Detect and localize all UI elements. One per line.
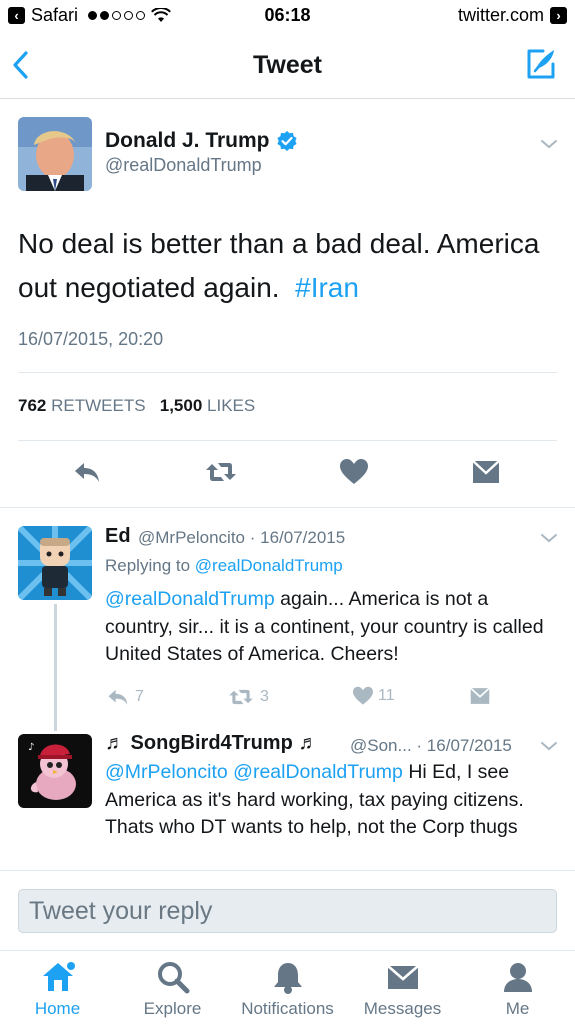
likes-count: 1,500	[159, 396, 203, 415]
tweet-text: No deal is better than a bad deal. Ameri…	[18, 222, 563, 310]
retweet-icon	[229, 689, 253, 705]
tab-explore[interactable]: Explore	[115, 959, 230, 1019]
svg-text:♪: ♪	[28, 742, 34, 753]
author-handle[interactable]: @realDonaldTrump	[105, 155, 262, 176]
retweets-count: 762	[18, 396, 47, 415]
author-name[interactable]: Donald J. Trump	[105, 129, 298, 153]
bottom-tab-bar: Home Explore Notifications Messages Me	[0, 950, 575, 1024]
divider	[0, 507, 575, 508]
like-action[interactable]: 11	[352, 686, 395, 706]
reply-action[interactable]: 7	[105, 686, 144, 708]
bell-icon	[273, 963, 302, 994]
reply-date: · 16/07/2015	[249, 528, 346, 547]
hashtag-link[interactable]: #Iran	[295, 272, 359, 303]
site-url[interactable]: twitter.com	[458, 5, 544, 26]
like-heart-icon[interactable]	[339, 458, 369, 486]
status-bar: ‹ Safari 06:18 twitter.com ›	[0, 0, 575, 32]
reply-avatar[interactable]	[18, 526, 92, 600]
direct-message-icon[interactable]	[471, 458, 501, 486]
reply-meta: @MrPeloncito · 16/07/2015	[138, 528, 345, 548]
reply-author-handle[interactable]: @MrPeloncito	[138, 528, 245, 547]
home-icon	[42, 962, 75, 991]
author-avatar[interactable]	[18, 117, 92, 191]
tweet-timestamp: 16/07/2015, 20:20	[18, 329, 164, 349]
mention-link[interactable]: @MrPeloncito @realDonaldTrump	[105, 761, 403, 783]
mention-link[interactable]: @realDonaldTrump	[105, 588, 275, 610]
likes-stat[interactable]: 1,500 LIKES	[160, 396, 255, 415]
search-icon	[157, 962, 189, 994]
verified-badge-icon	[276, 131, 297, 151]
reply-author-handle[interactable]: @Son...	[350, 736, 412, 755]
reply-icon	[108, 689, 128, 705]
tweet-body: No deal is better than a bad deal. Ameri…	[18, 228, 540, 303]
divider	[0, 870, 575, 871]
retweets-stat[interactable]: 762 RETWEETS	[18, 396, 146, 415]
tab-label: Explore	[143, 999, 202, 1018]
navigation-bar: Tweet	[0, 32, 575, 99]
tweet-options-chevron-icon[interactable]	[540, 138, 558, 150]
retweet-count: 3	[260, 688, 269, 705]
reply-options-chevron-icon[interactable]	[540, 740, 558, 752]
retweet-action[interactable]: 3	[226, 686, 269, 708]
reply-text: @realDonaldTrump again... America is not…	[105, 586, 560, 669]
reply-text: @MrPeloncito @realDonaldTrump Hi Ed, I s…	[105, 759, 560, 842]
retweet-icon[interactable]	[204, 458, 238, 486]
direct-message-icon	[470, 687, 490, 704]
reply-count: 7	[135, 688, 144, 705]
retweets-label: RETWEETS	[51, 396, 146, 415]
replying-to: Replying to @realDonaldTrump	[105, 556, 343, 576]
reply-author-name[interactable]: Ed	[105, 525, 131, 548]
tab-notifications[interactable]: Notifications	[230, 959, 345, 1019]
page-title: Tweet	[253, 51, 322, 79]
like-count: 11	[378, 687, 395, 704]
dm-action[interactable]	[468, 686, 492, 706]
tweet-reply-input[interactable]: Tweet your reply	[18, 889, 557, 933]
tab-label: Notifications	[241, 999, 334, 1018]
tab-label: Home	[34, 999, 81, 1018]
divider	[18, 372, 557, 373]
tweet-actions	[0, 458, 575, 488]
tab-messages[interactable]: Messages	[345, 959, 460, 1019]
tab-label: Me	[505, 999, 530, 1018]
tweet-stats: 762 RETWEETS 1,500 LIKES	[18, 396, 255, 416]
status-right: twitter.com ›	[458, 5, 567, 26]
reply-date: · 16/07/2015	[416, 736, 512, 755]
reply-options-chevron-icon[interactable]	[540, 532, 558, 544]
compose-tweet-icon[interactable]	[523, 46, 559, 82]
person-icon	[503, 963, 532, 992]
tab-label: Messages	[363, 999, 442, 1018]
replying-to-prefix: Replying to	[105, 556, 191, 575]
reply-author-name[interactable]: ♬ SongBird4Trump ♬	[105, 732, 318, 755]
replying-to-link[interactable]: @realDonaldTrump	[195, 556, 343, 575]
forward-icon[interactable]: ›	[550, 7, 567, 24]
conversation-thread-line	[54, 604, 57, 731]
likes-label: LIKES	[207, 396, 256, 415]
reply-meta: @Son... · 16/07/2015	[350, 736, 512, 756]
reply-icon[interactable]	[72, 458, 102, 486]
tab-home[interactable]: Home	[0, 959, 115, 1019]
envelope-icon	[386, 965, 419, 989]
divider	[18, 440, 557, 441]
author-name-text[interactable]: Donald J. Trump	[105, 129, 270, 153]
like-heart-icon	[353, 686, 373, 705]
tab-me[interactable]: Me	[460, 959, 575, 1019]
reply-avatar[interactable]: ♪	[18, 734, 92, 808]
